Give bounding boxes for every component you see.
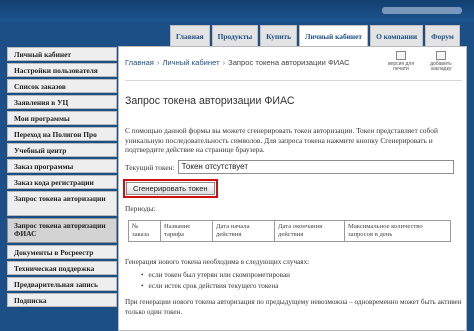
column-header-max-requests: Максимальное количество запросов в день [344,220,451,242]
column-header-end-date: Дата окончания действия [274,220,345,242]
sidebar-item-order-reg-code[interactable]: Заказ кода регистрации [7,175,117,189]
page-tools: версия для печати добавить закладку [384,51,458,72]
table-header-row: № заказа Название тарифа Дата начала дей… [128,220,451,242]
token-label: Текущий токен: [125,162,175,172]
list-item: если токен был утерян или скомпрометиров… [141,270,290,281]
sidebar-item-user-settings[interactable]: Настройки пользователя [7,63,117,77]
cases-intro: Генерация нового токена необходима в сле… [125,258,310,266]
sidebar-item-subscription[interactable]: Подписка [7,293,117,307]
column-header-order-number: № заказа [128,220,161,242]
tab-about[interactable]: О компании [370,25,424,46]
tab-home[interactable]: Главная [170,25,210,46]
tab-cabinet[interactable]: Личный кабинет [299,25,369,47]
add-bookmark-label: добавить закладку [430,61,452,72]
main-content: Главная › Личный кабинет › Запрос токена авт… [118,46,467,331]
breadcrumb-separator: › [222,58,226,67]
page-title: Запрос токена авторизации ФИАС [125,95,295,107]
sidebar-item-training-center[interactable]: Учебный центр [7,143,117,157]
generate-token-button[interactable]: Сгенерировать токен [123,179,218,198]
cases-list: если токен был утерян или скомпрометиров… [141,270,290,292]
sidebar-item-auth-token[interactable]: Запрос токена авторизации [7,191,117,216]
top-bar [0,0,474,22]
token-row: Текущий токен: Токен отсутствует [125,160,454,174]
sidebar-item-appointment[interactable]: Предварительная запись [7,277,117,291]
tab-buy[interactable]: Купить [260,25,298,46]
tab-products[interactable]: Продукты [211,25,259,46]
breadcrumb-home[interactable]: Главная [125,58,154,67]
breadcrumb-cabinet[interactable]: Личный кабинет [162,58,219,67]
printer-icon [396,51,406,60]
print-version-label: версия для печати [387,61,415,72]
breadcrumb: Главная › Личный кабинет › Запрос токена авт… [125,58,350,67]
sidebar-item-orders[interactable]: Список заказов [7,79,117,93]
main-nav-tabs: Главная Продукты Купить Личный кабинет О… [170,25,462,47]
breadcrumb-separator: › [156,58,160,67]
sidebar-item-cabinet[interactable]: Личный кабинет [7,47,117,61]
current-token-field[interactable]: Токен отсутствует [177,160,454,174]
sidebar-item-order-program[interactable]: Заказ программы [7,159,117,173]
sidebar-menu: Личный кабинет Настройки пользователя Сп… [7,47,117,309]
periods-table: № заказа Название тарифа Дата начала дей… [128,220,451,242]
list-item: если истек срок действия текущего токена [141,281,290,292]
page-description: С помощью данной формы вы можете сгенери… [125,126,438,154]
divider [125,80,462,81]
column-header-tariff: Название тарифа [160,220,213,242]
tab-forum[interactable]: Форум [425,25,460,46]
user-account-link[interactable] [382,7,462,14]
sidebar-item-tech-support[interactable]: Техническая поддержка [7,261,117,275]
add-bookmark-link[interactable]: добавить закладку [424,51,458,72]
sidebar-item-ca-applications[interactable]: Заявления в УЦ [7,95,117,109]
breadcrumb-current: Запрос токена авторизации ФИАС [228,58,350,67]
sidebar-item-polygon-pro[interactable]: Переход на Полигон Про [7,127,117,141]
periods-label: Периоды: [125,204,156,213]
sidebar-item-my-programs[interactable]: Мои программы [7,111,117,125]
bookmark-icon [436,51,446,60]
generate-token-label: Сгенерировать токен [126,182,215,195]
sidebar-item-auth-token-fias[interactable]: Запрос токена авторизации ФИАС [7,218,117,243]
token-note: При генерации нового токена авторизация … [125,298,462,316]
print-version-link[interactable]: версия для печати [384,51,418,72]
sidebar-item-rosreestr-docs[interactable]: Документы в Росреестр [7,245,117,259]
column-header-start-date: Дата начала действия [212,220,275,242]
